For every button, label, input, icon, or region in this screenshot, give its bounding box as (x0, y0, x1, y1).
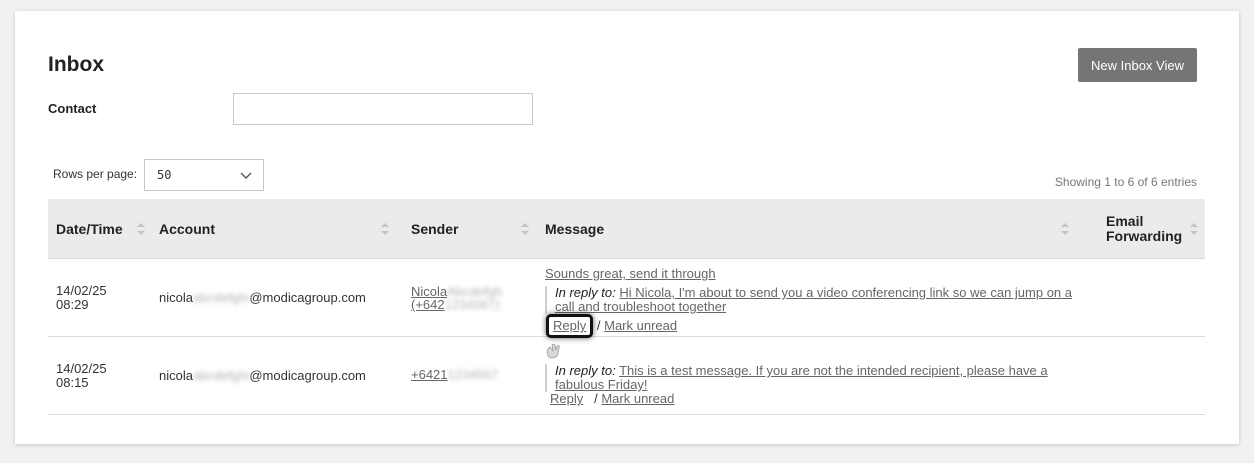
reply-link[interactable]: Reply (550, 391, 583, 406)
sort-icon[interactable] (1189, 221, 1199, 237)
message-actions: Reply / Mark unread (546, 314, 1085, 338)
sender-number-redacted: 1234567) (444, 297, 500, 312)
message-cell: Sounds great, send it through In reply t… (545, 267, 1085, 338)
new-inbox-view-button[interactable]: New Inbox View (1078, 48, 1197, 82)
time-text: 08:15 (56, 375, 89, 390)
reply-link[interactable]: Reply (553, 318, 586, 333)
in-reply-to-link[interactable]: Hi Nicola, I'm about to send you a video… (555, 285, 1072, 314)
header-message[interactable]: Message (545, 199, 604, 259)
sort-icon[interactable] (520, 221, 530, 237)
action-separator: / (596, 318, 601, 333)
in-reply-to-label: In reply to: (555, 363, 616, 378)
header-sender[interactable]: Sender (411, 199, 458, 259)
message-cell: In reply to: This is a test message. If … (545, 343, 1085, 406)
time-text: 08:29 (56, 297, 89, 312)
page-title: Inbox (48, 53, 104, 76)
contact-input[interactable] (233, 93, 533, 125)
sender-cell[interactable]: +64211234567 (411, 368, 498, 381)
mark-unread-link[interactable]: Mark unread (601, 391, 674, 406)
sort-icon[interactable] (380, 221, 390, 237)
sort-icon[interactable] (136, 221, 146, 237)
message-actions: Reply / Mark unread (550, 392, 1085, 406)
header-account[interactable]: Account (159, 199, 215, 259)
account-redacted: abcdefghi (192, 368, 250, 383)
account-cell: nicola abcdefghi @modicagroup.com (159, 290, 366, 305)
sender-number-link[interactable]: (+642 (411, 297, 445, 312)
account-domain: @modicagroup.com (249, 290, 366, 305)
inbox-card: Inbox New Inbox View Contact Rows per pa… (15, 11, 1239, 444)
account-prefix: nicola (159, 368, 193, 383)
inbox-table: Date/Time Account Sender Message Email F… (48, 199, 1205, 415)
sender-cell[interactable]: NicolaAbcdefgh (+6421234567) (411, 285, 502, 311)
in-reply-block: In reply to: This is a test message. If … (545, 364, 1085, 392)
contact-label: Contact (48, 101, 97, 116)
sender-number-redacted: 1234567 (447, 367, 499, 382)
reply-highlight[interactable]: Reply (546, 314, 594, 338)
in-reply-block: In reply to: Hi Nicola, I'm about to sen… (545, 286, 1085, 314)
action-separator: / (594, 391, 598, 406)
in-reply-to-label: In reply to: (555, 285, 616, 300)
chevron-down-icon (240, 172, 252, 179)
date-text: 14/02/25 (56, 361, 107, 376)
rows-per-page-label: Rows per page: (53, 167, 138, 181)
header-email-forwarding-line1: Email (1106, 213, 1144, 229)
account-prefix: nicola (159, 290, 193, 305)
header-datetime[interactable]: Date/Time (56, 199, 123, 259)
waving-hand-icon[interactable] (545, 343, 563, 359)
message-link[interactable]: Sounds great, send it through (545, 266, 716, 281)
in-reply-to-link[interactable]: This is a test message. If you are not t… (555, 363, 1048, 392)
mark-unread-link[interactable]: Mark unread (604, 318, 677, 333)
account-domain: @modicagroup.com (249, 368, 366, 383)
account-cell: nicola abcdefghi @modicagroup.com (159, 368, 366, 383)
datetime-cell: 14/02/25 08:29 (56, 284, 107, 312)
date-text: 14/02/25 (56, 283, 107, 298)
table-row: 14/02/25 08:29 nicola abcdefghi @modicag… (48, 259, 1205, 338)
sender-number-link[interactable]: +6421 (411, 367, 448, 382)
datetime-cell: 14/02/25 08:15 (56, 362, 107, 390)
table-header: Date/Time Account Sender Message Email F… (48, 199, 1205, 259)
showing-entries-text: Showing 1 to 6 of 6 entries (1054, 175, 1197, 189)
table-row: 14/02/25 08:15 nicola abcdefghi @modicag… (48, 337, 1205, 415)
rows-per-page-select[interactable]: 50 (144, 159, 264, 191)
header-email-forwarding-line2: Forwarding (1106, 228, 1183, 244)
account-redacted: abcdefghi (192, 290, 250, 305)
header-email-forwarding[interactable]: Email Forwarding (1106, 199, 1182, 259)
rows-per-page-value: 50 (157, 168, 172, 182)
sort-icon[interactable] (1060, 221, 1070, 237)
